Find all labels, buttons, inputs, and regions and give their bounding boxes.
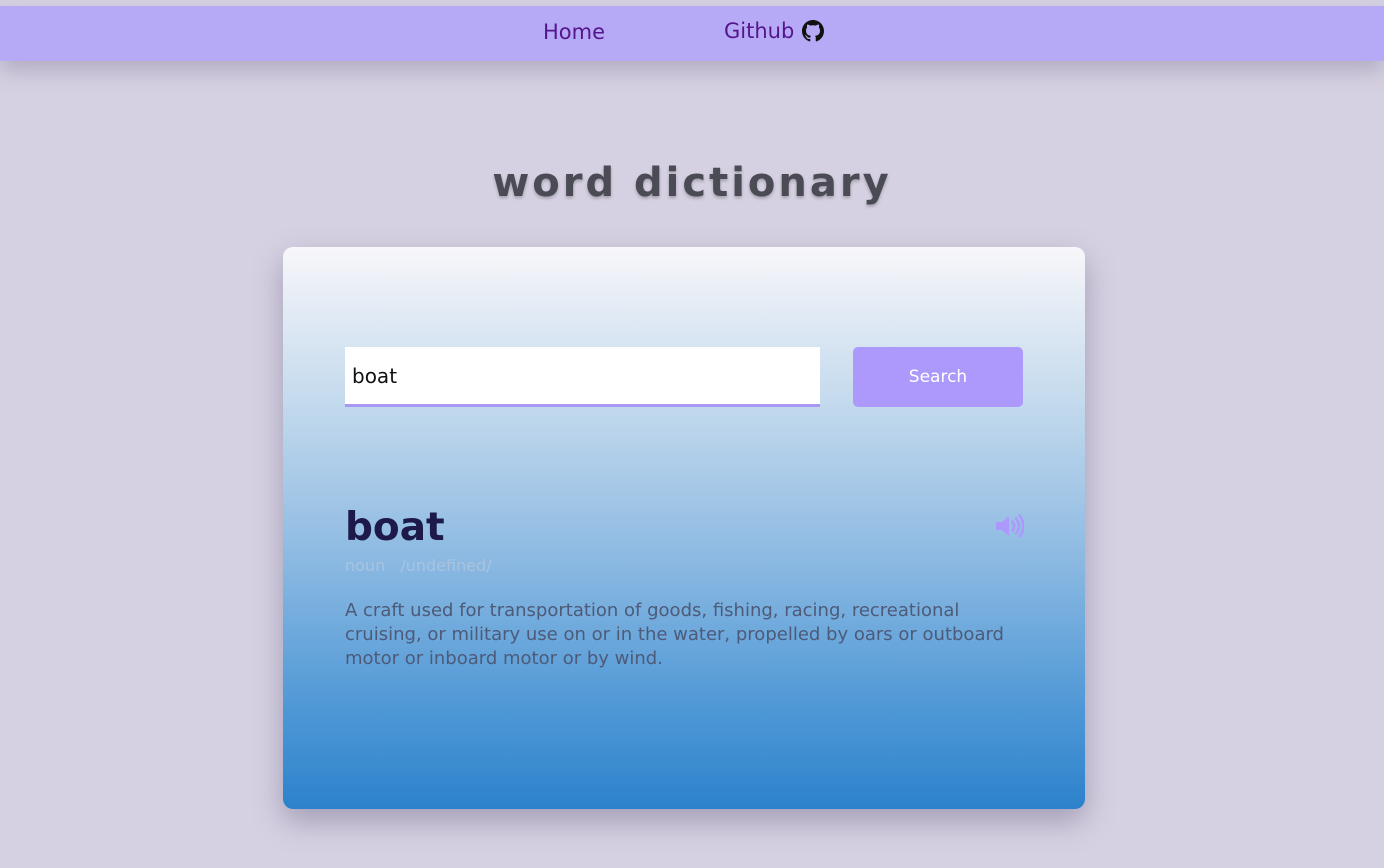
result-word: boat <box>345 505 445 550</box>
dictionary-card: Search boat noun /undefined/ A craft use… <box>283 247 1085 809</box>
part-of-speech: noun <box>345 556 386 575</box>
search-input[interactable] <box>345 347 820 407</box>
nav-github-label: Github <box>724 19 795 43</box>
definition-text: A craft used for transportation of goods… <box>345 600 1004 669</box>
speaker-icon[interactable] <box>994 513 1025 539</box>
search-button[interactable]: Search <box>853 347 1023 407</box>
github-icon <box>802 20 825 42</box>
word-meta: noun /undefined/ <box>345 556 492 575</box>
phonetic: /undefined/ <box>400 556 492 575</box>
navbar: Home Github <box>0 6 1384 61</box>
nav-home-label: Home <box>543 20 606 44</box>
nav-github-link[interactable]: Github <box>724 19 825 43</box>
nav-home-link[interactable]: Home <box>543 20 605 44</box>
page-title: word dictionary <box>492 160 892 206</box>
